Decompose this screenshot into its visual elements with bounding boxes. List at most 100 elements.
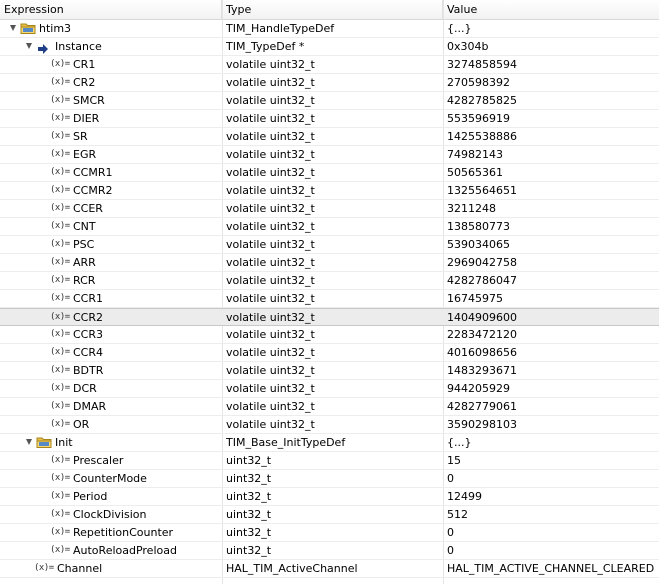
tree-row[interactable]: (x)= Prescaler uint32_t 15 (0, 452, 659, 470)
type-cell: volatile uint32_t (226, 202, 315, 215)
type-cell: HAL_TIM_ActiveChannel (226, 562, 358, 575)
tree-row[interactable]: (x)= CCMR1 volatile uint32_t 50565361 (0, 164, 659, 182)
column-header-type[interactable]: Type (222, 0, 443, 19)
value-cell[interactable]: HAL_TIM_ACTIVE_CHANNEL_CLEARED (447, 560, 659, 577)
tree-row[interactable]: (x)= CR2 volatile uint32_t 270598392 (0, 74, 659, 92)
expand-toggle-icon[interactable] (26, 43, 32, 49)
expression-cell: (x)= CounterMode (0, 470, 222, 487)
value-cell[interactable]: 3211248 (447, 200, 659, 217)
tree-row[interactable]: (x)= CCMR2 volatile uint32_t 1325564651 (0, 182, 659, 200)
value-cell[interactable]: 1483293671 (447, 362, 659, 379)
value-cell[interactable]: 50565361 (447, 164, 659, 181)
value-cell[interactable]: 12499 (447, 488, 659, 505)
variable-icon: (x)= (50, 167, 70, 177)
tree-row[interactable]: (x)= CCR4 volatile uint32_t 4016098656 (0, 344, 659, 362)
tree-row[interactable]: (x)= ClockDivision uint32_t 512 (0, 506, 659, 524)
expression-name: CCMR2 (73, 184, 113, 197)
struct-folder-icon (36, 436, 52, 448)
tree-row[interactable]: (x)= Channel HAL_TIM_ActiveChannel HAL_TIM_… (0, 560, 659, 578)
value-cell[interactable]: 1404909600 (447, 309, 659, 326)
expand-toggle-icon[interactable] (10, 25, 16, 31)
variable-icon: (x)= (50, 221, 70, 231)
expand-toggle-icon[interactable] (26, 439, 32, 445)
value-cell[interactable]: 0 (447, 542, 659, 559)
tree-row[interactable]: (x)= CCER volatile uint32_t 3211248 (0, 200, 659, 218)
value-cell[interactable]: 74982143 (447, 146, 659, 163)
value-cell[interactable]: 4282786047 (447, 272, 659, 289)
expression-name: DIER (73, 112, 100, 125)
value-cell[interactable]: 4016098656 (447, 344, 659, 361)
expression-cell: (x)= CCR4 (0, 344, 222, 361)
expression-name: DCR (73, 382, 97, 395)
type-cell: uint32_t (226, 472, 272, 485)
expression-cell: (x)= CCMR1 (0, 164, 222, 181)
tree-row[interactable]: (x)= RCR volatile uint32_t 4282786047 (0, 272, 659, 290)
value-cell[interactable]: 2969042758 (447, 254, 659, 271)
type-cell: TIM_Base_InitTypeDef (226, 436, 346, 449)
tree-row[interactable]: (x)= CCR3 volatile uint32_t 2283472120 (0, 326, 659, 344)
variable-icon: (x)= (50, 491, 70, 501)
value-cell[interactable]: 0 (447, 524, 659, 541)
expression-name: CCMR1 (73, 166, 113, 179)
tree-row[interactable]: (x)= PSC volatile uint32_t 539034065 (0, 236, 659, 254)
variable-icon: (x)= (50, 239, 70, 249)
value-cell[interactable]: 3274858594 (447, 56, 659, 73)
value-cell[interactable]: 4282785825 (447, 92, 659, 109)
expression-cell: (x)= Prescaler (0, 452, 222, 469)
variable-icon: (x)= (34, 563, 54, 573)
struct-folder-icon (20, 22, 36, 34)
tree-row[interactable]: (x)= CCR1 volatile uint32_t 16745975 (0, 290, 659, 308)
type-cell: volatile uint32_t (226, 311, 315, 324)
value-cell[interactable]: 4282779061 (447, 398, 659, 415)
tree-row[interactable]: (x)= AutoReloadPreload uint32_t 0 (0, 542, 659, 560)
tree-row[interactable]: (x)= SMCR volatile uint32_t 4282785825 (0, 92, 659, 110)
tree-row[interactable]: (x)= DIER volatile uint32_t 553596919 (0, 110, 659, 128)
tree-row[interactable]: (x)= Period uint32_t 12499 (0, 488, 659, 506)
expression-cell: (x)= CR1 (0, 56, 222, 73)
value-cell[interactable]: 3590298103 (447, 416, 659, 433)
expression-cell: Init (0, 434, 222, 451)
value-cell[interactable]: 512 (447, 506, 659, 523)
expression-cell: (x)= CCMR2 (0, 182, 222, 199)
tree-row[interactable]: Init TIM_Base_InitTypeDef {...} (0, 434, 659, 452)
tree-row[interactable]: (x)= DMAR volatile uint32_t 4282779061 (0, 398, 659, 416)
tree-row[interactable]: (x)= CR1 volatile uint32_t 3274858594 (0, 56, 659, 74)
expression-cell: (x)= CCER (0, 200, 222, 217)
value-cell[interactable]: 944205929 (447, 380, 659, 397)
value-cell[interactable]: {...} (447, 20, 659, 37)
tree-row[interactable]: (x)= DCR volatile uint32_t 944205929 (0, 380, 659, 398)
type-cell: volatile uint32_t (226, 58, 315, 71)
value-cell[interactable]: 270598392 (447, 74, 659, 91)
tree-row[interactable]: (x)= CCR2 volatile uint32_t 1404909600 (0, 308, 659, 326)
tree-row[interactable]: (x)= EGR volatile uint32_t 74982143 (0, 146, 659, 164)
value-cell[interactable]: 539034065 (447, 236, 659, 253)
value-cell[interactable]: {...} (447, 434, 659, 451)
value-cell[interactable]: 15 (447, 452, 659, 469)
tree-row[interactable]: (x)= SR volatile uint32_t 1425538886 (0, 128, 659, 146)
tree-row[interactable]: (x)= BDTR volatile uint32_t 1483293671 (0, 362, 659, 380)
value-cell[interactable]: 1325564651 (447, 182, 659, 199)
value-cell[interactable]: 0x304b (447, 38, 659, 55)
value-cell[interactable]: 2283472120 (447, 326, 659, 343)
column-header-value[interactable]: Value (443, 0, 659, 19)
tree-row[interactable]: (x)= CNT volatile uint32_t 138580773 (0, 218, 659, 236)
expression-cell: (x)= DMAR (0, 398, 222, 415)
value-cell[interactable]: 16745975 (447, 290, 659, 307)
tree-row[interactable]: (x)= CounterMode uint32_t 0 (0, 470, 659, 488)
expression-name: DMAR (73, 400, 107, 413)
type-cell: volatile uint32_t (226, 364, 315, 377)
variable-icon: (x)= (50, 275, 70, 285)
value-cell[interactable]: 1425538886 (447, 128, 659, 145)
column-header-expression[interactable]: Expression (0, 0, 222, 19)
value-cell[interactable]: 138580773 (447, 218, 659, 235)
value-cell[interactable]: 0 (447, 470, 659, 487)
type-cell: volatile uint32_t (226, 238, 315, 251)
tree-row[interactable]: htim3 TIM_HandleTypeDef {...} (0, 20, 659, 38)
expression-name: Channel (57, 562, 103, 575)
value-cell[interactable]: 553596919 (447, 110, 659, 127)
tree-row[interactable]: Instance TIM_TypeDef * 0x304b (0, 38, 659, 56)
tree-row[interactable]: (x)= OR volatile uint32_t 3590298103 (0, 416, 659, 434)
tree-row[interactable]: (x)= RepetitionCounter uint32_t 0 (0, 524, 659, 542)
tree-row[interactable]: (x)= ARR volatile uint32_t 2969042758 (0, 254, 659, 272)
expression-cell: (x)= CCR3 (0, 326, 222, 343)
